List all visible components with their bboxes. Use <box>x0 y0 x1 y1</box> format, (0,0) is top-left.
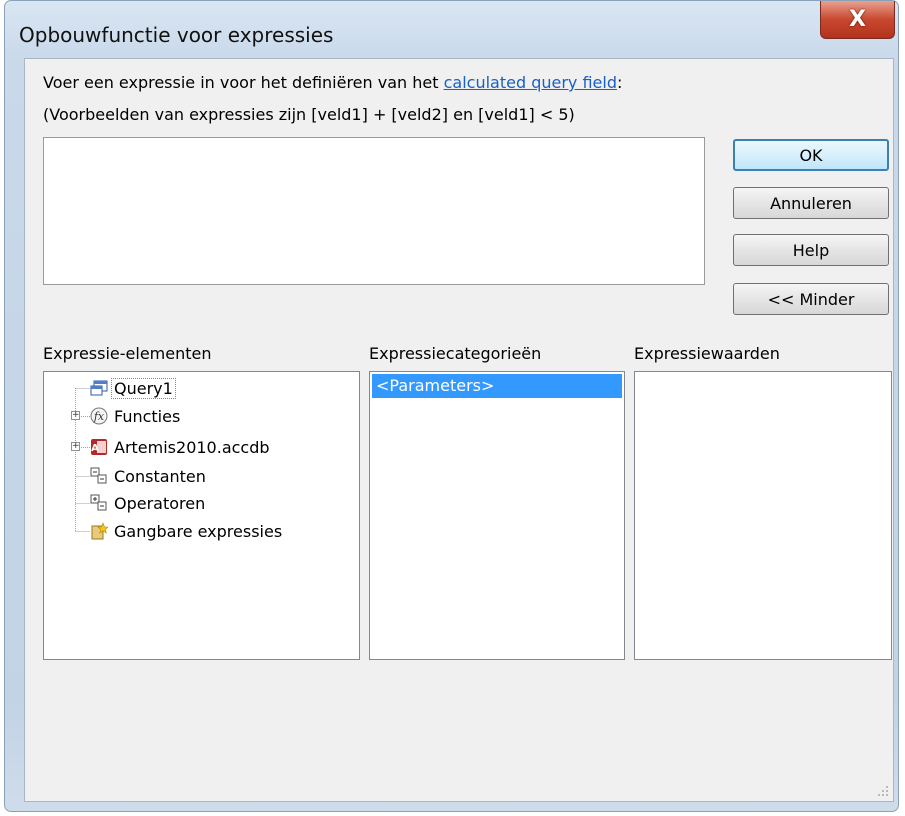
instruction-line-1: Voer een expressie in voor het definiëre… <box>43 73 622 92</box>
expression-elements-label: Expressie-elementen <box>43 344 212 363</box>
expression-input[interactable] <box>43 137 705 285</box>
tree-item-label: Functies <box>114 407 181 426</box>
svg-text:fx: fx <box>93 410 105 423</box>
access-database-icon: A <box>91 439 107 455</box>
expression-builder-window: Opbouwfunctie voor expressies X Voer een… <box>4 0 899 812</box>
common-expressions-icon <box>91 522 108 540</box>
cancel-button[interactable]: Annuleren <box>733 187 889 219</box>
expression-values-list[interactable] <box>634 371 892 660</box>
tree-item-label: Artemis2010.accdb <box>114 438 270 457</box>
constants-icon <box>90 467 107 484</box>
close-icon: X <box>849 7 866 32</box>
less-button[interactable]: << Minder <box>733 283 889 315</box>
instruction-text: Voer een expressie in voor het definiëre… <box>43 73 444 92</box>
help-button[interactable]: Help <box>733 234 889 266</box>
tree-item-label: Gangbare expressies <box>114 522 283 541</box>
instruction-colon: : <box>616 73 623 92</box>
close-button[interactable]: X <box>820 1 895 39</box>
query-icon <box>90 380 108 396</box>
expression-elements-tree[interactable]: Query1 + fx Functies + A Artemis2010.acc… <box>43 371 360 660</box>
expression-categories-list[interactable]: <Parameters> <box>369 371 625 660</box>
expand-icon[interactable]: + <box>71 442 80 451</box>
expand-icon[interactable]: + <box>71 411 80 420</box>
tree-item-label: Operatoren <box>114 494 206 513</box>
expression-values-label: Expressiewaarden <box>634 344 780 363</box>
category-item-parameters[interactable]: <Parameters> <box>372 374 622 398</box>
function-icon: fx <box>90 407 108 425</box>
tree-item-label: Query1 <box>111 378 176 399</box>
dialog-client-area: Voer een expressie in voor het definiëre… <box>24 58 894 802</box>
expression-categories-label: Expressiecategorieën <box>369 344 542 363</box>
instruction-line-2: (Voorbeelden van expressies zijn [veld1]… <box>43 105 575 124</box>
resize-grip-icon[interactable] <box>877 785 889 797</box>
svg-text:A: A <box>91 443 99 454</box>
tree-item-label: Constanten <box>114 467 206 486</box>
ok-button[interactable]: OK <box>733 139 889 171</box>
calculated-query-field-link[interactable]: calculated query field <box>444 73 617 92</box>
window-title: Opbouwfunctie voor expressies <box>19 23 334 47</box>
operators-icon <box>90 494 107 511</box>
